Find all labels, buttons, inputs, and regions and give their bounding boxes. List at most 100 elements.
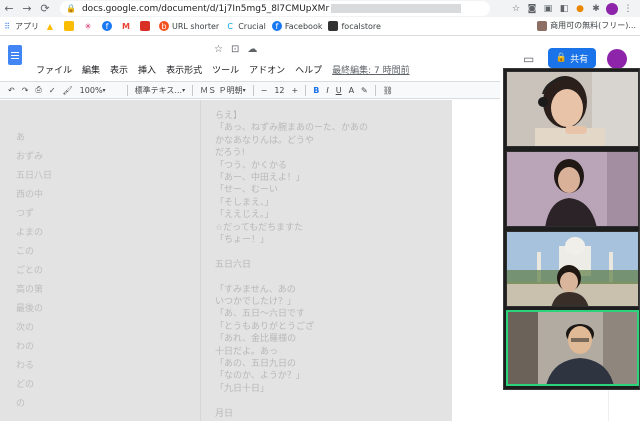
document-line: ☆だってもだちますた — [215, 222, 304, 233]
bookmark-facebook[interactable]: f Facebook — [271, 21, 323, 31]
red-icon — [140, 21, 150, 31]
keep-icon — [64, 21, 74, 31]
italic-button[interactable]: I — [326, 86, 328, 95]
menu-insert[interactable]: 挿入 — [138, 63, 156, 76]
menu-bar: ファイル 編集 表示 挿入 表示形式 ツール アドオン ヘルプ 最終編集: 7 … — [36, 63, 410, 76]
menu-edit[interactable]: 編集 — [82, 63, 100, 76]
menu-tools[interactable]: ツール — [212, 63, 239, 76]
menu-addons[interactable]: アドオン — [249, 63, 285, 76]
print-icon[interactable]: ⎙ — [35, 85, 41, 95]
outline-item[interactable]: わの — [16, 339, 34, 352]
reload-icon[interactable]: ⟳ — [36, 0, 54, 17]
video-tile-participant-2[interactable] — [506, 151, 639, 227]
bookmark-drive[interactable]: ▲ — [45, 21, 58, 31]
outline-item[interactable]: この — [16, 244, 34, 257]
document-line: 「そしまえ、」 — [215, 197, 274, 208]
page-margin — [452, 100, 504, 421]
bookmark-apps[interactable]: ⠿ アプリ — [2, 21, 39, 32]
comment-icon[interactable]: ▭ — [523, 52, 534, 66]
back-icon[interactable]: ← — [0, 0, 18, 17]
undo-icon[interactable]: ↶ — [8, 86, 15, 95]
text-color-button[interactable]: A — [349, 86, 354, 95]
outline-item[interactable]: 最後の — [16, 301, 43, 314]
avatar[interactable] — [607, 49, 627, 69]
extension-square-icon[interactable]: ◧ — [558, 3, 570, 15]
video-tile-participant-4[interactable] — [506, 310, 639, 386]
document-line: いつかでしたけ？」 — [215, 297, 297, 307]
extension-orange-icon[interactable]: ● — [574, 3, 586, 15]
outline-item[interactable]: あ — [16, 130, 25, 143]
docs-logo-icon[interactable] — [8, 45, 22, 65]
address-bar[interactable]: 🔒 docs.google.com/document/d/1j7In5mg5_8… — [60, 1, 490, 16]
document-outline: あおずみ五日八日西の中つずよまのこのごとの高の第最後の次のわのわるどのの — [0, 100, 200, 421]
document-line: 「すみません、あの — [215, 284, 296, 295]
bookmark-keep[interactable] — [64, 21, 77, 31]
menu-format[interactable]: 表示形式 — [166, 63, 202, 76]
spellcheck-icon[interactable]: ✓ — [49, 86, 56, 95]
font-size-field[interactable]: 12 — [274, 86, 284, 95]
document-line: 十日だよ。あっ — [215, 346, 279, 357]
bookmark-slack[interactable]: ✳ — [83, 21, 96, 31]
menu-dots-icon[interactable]: ⋮ — [622, 3, 634, 15]
bookmark-facebook-icon[interactable]: f — [102, 21, 115, 31]
video-tile-participant-1[interactable] — [506, 71, 639, 147]
document-page[interactable]: らえ】 「あっ、ねずみ腕まあのーた、かあの かなあなりんは。どうや だろう! 「つう、か… — [200, 100, 452, 421]
document-line: 「なのか、ようか？」 — [215, 371, 305, 382]
bookmarks-bar: ⠿ アプリ ▲ ✳ f M b URL shorter C Crucial f … — [0, 17, 640, 36]
underline-button[interactable]: U — [336, 86, 342, 95]
star-icon[interactable]: ☆ — [510, 3, 522, 15]
font-select[interactable]: ＭＳ Ｐ明朝 — [200, 85, 246, 96]
star-icon[interactable]: ☆ — [214, 44, 223, 55]
document-line: 「ええじえ。」 — [215, 210, 274, 221]
drive-icon: ▲ — [46, 21, 54, 31]
participant-4-video — [508, 312, 637, 384]
link-icon[interactable]: ⛓ — [383, 86, 393, 95]
bookmark-red[interactable] — [140, 21, 153, 31]
browser-address-row: ← → ⟳ 🔒 docs.google.com/document/d/1j7In… — [0, 0, 640, 17]
document-line: 「あー、中田えよ！」 — [215, 173, 305, 183]
last-edit-link[interactable]: 最終編集: 7 時間前 — [332, 63, 409, 76]
redo-icon[interactable]: ↷ — [22, 86, 29, 95]
document-line: 「あれ、金比羅様の — [215, 334, 297, 345]
menu-help[interactable]: ヘルプ — [295, 63, 322, 76]
share-label: 共有 — [570, 54, 589, 65]
bookmark-label: Facebook — [284, 21, 323, 31]
menu-file[interactable]: ファイル — [36, 63, 72, 76]
forward-icon[interactable]: → — [18, 0, 36, 17]
document-line: 「ちょー！」 — [215, 235, 270, 245]
style-select[interactable]: 標準テキス... — [135, 85, 185, 96]
bookmark-focalstore[interactable]: focalstore — [328, 21, 381, 31]
extension-box-icon[interactable]: ▣ — [542, 3, 554, 15]
outline-item[interactable]: 五日八日 — [16, 168, 52, 181]
outline-item[interactable]: ごとの — [16, 263, 43, 276]
menu-view[interactable]: 表示 — [110, 63, 128, 76]
paint-format-icon[interactable]: 🖌 — [63, 86, 73, 95]
document-line: 月日 — [215, 408, 234, 419]
camera-icon[interactable]: ◙ — [526, 3, 538, 15]
increase-size-icon[interactable]: + — [292, 86, 299, 95]
outline-item[interactable]: 西の中 — [16, 187, 43, 200]
video-tile-participant-3[interactable] — [506, 231, 639, 307]
bookmark-gmail[interactable]: M — [121, 21, 134, 31]
outline-item[interactable]: の — [16, 396, 25, 409]
outline-item[interactable]: どの — [16, 377, 34, 390]
zoom-select[interactable]: 100% — [80, 86, 120, 95]
bookmark-free-material[interactable]: 商用可の無料(フリー)... — [537, 20, 636, 31]
outline-item[interactable]: わる — [16, 358, 34, 371]
toolbar-divider — [192, 84, 194, 96]
outline-item[interactable]: つず — [16, 206, 34, 219]
bookmark-url-shorter[interactable]: b URL shorter — [159, 21, 219, 31]
outline-item[interactable]: よまの — [16, 225, 43, 238]
bookmark-crucial[interactable]: C Crucial — [225, 21, 266, 31]
outline-item[interactable]: 次の — [16, 320, 34, 333]
puzzle-icon[interactable]: ✱ — [590, 3, 602, 15]
decrease-size-icon[interactable]: − — [261, 86, 268, 95]
bold-button[interactable]: B — [313, 86, 319, 95]
outline-item[interactable]: おずみ — [16, 149, 43, 162]
participant-2-video — [507, 152, 638, 226]
share-button[interactable]: 🔒 共有 — [548, 48, 596, 68]
profile-icon[interactable] — [606, 2, 618, 15]
highlight-icon[interactable]: ✎ — [361, 86, 368, 95]
move-folder-icon[interactable]: ⊡ — [231, 44, 239, 55]
outline-item[interactable]: 高の第 — [16, 282, 43, 295]
